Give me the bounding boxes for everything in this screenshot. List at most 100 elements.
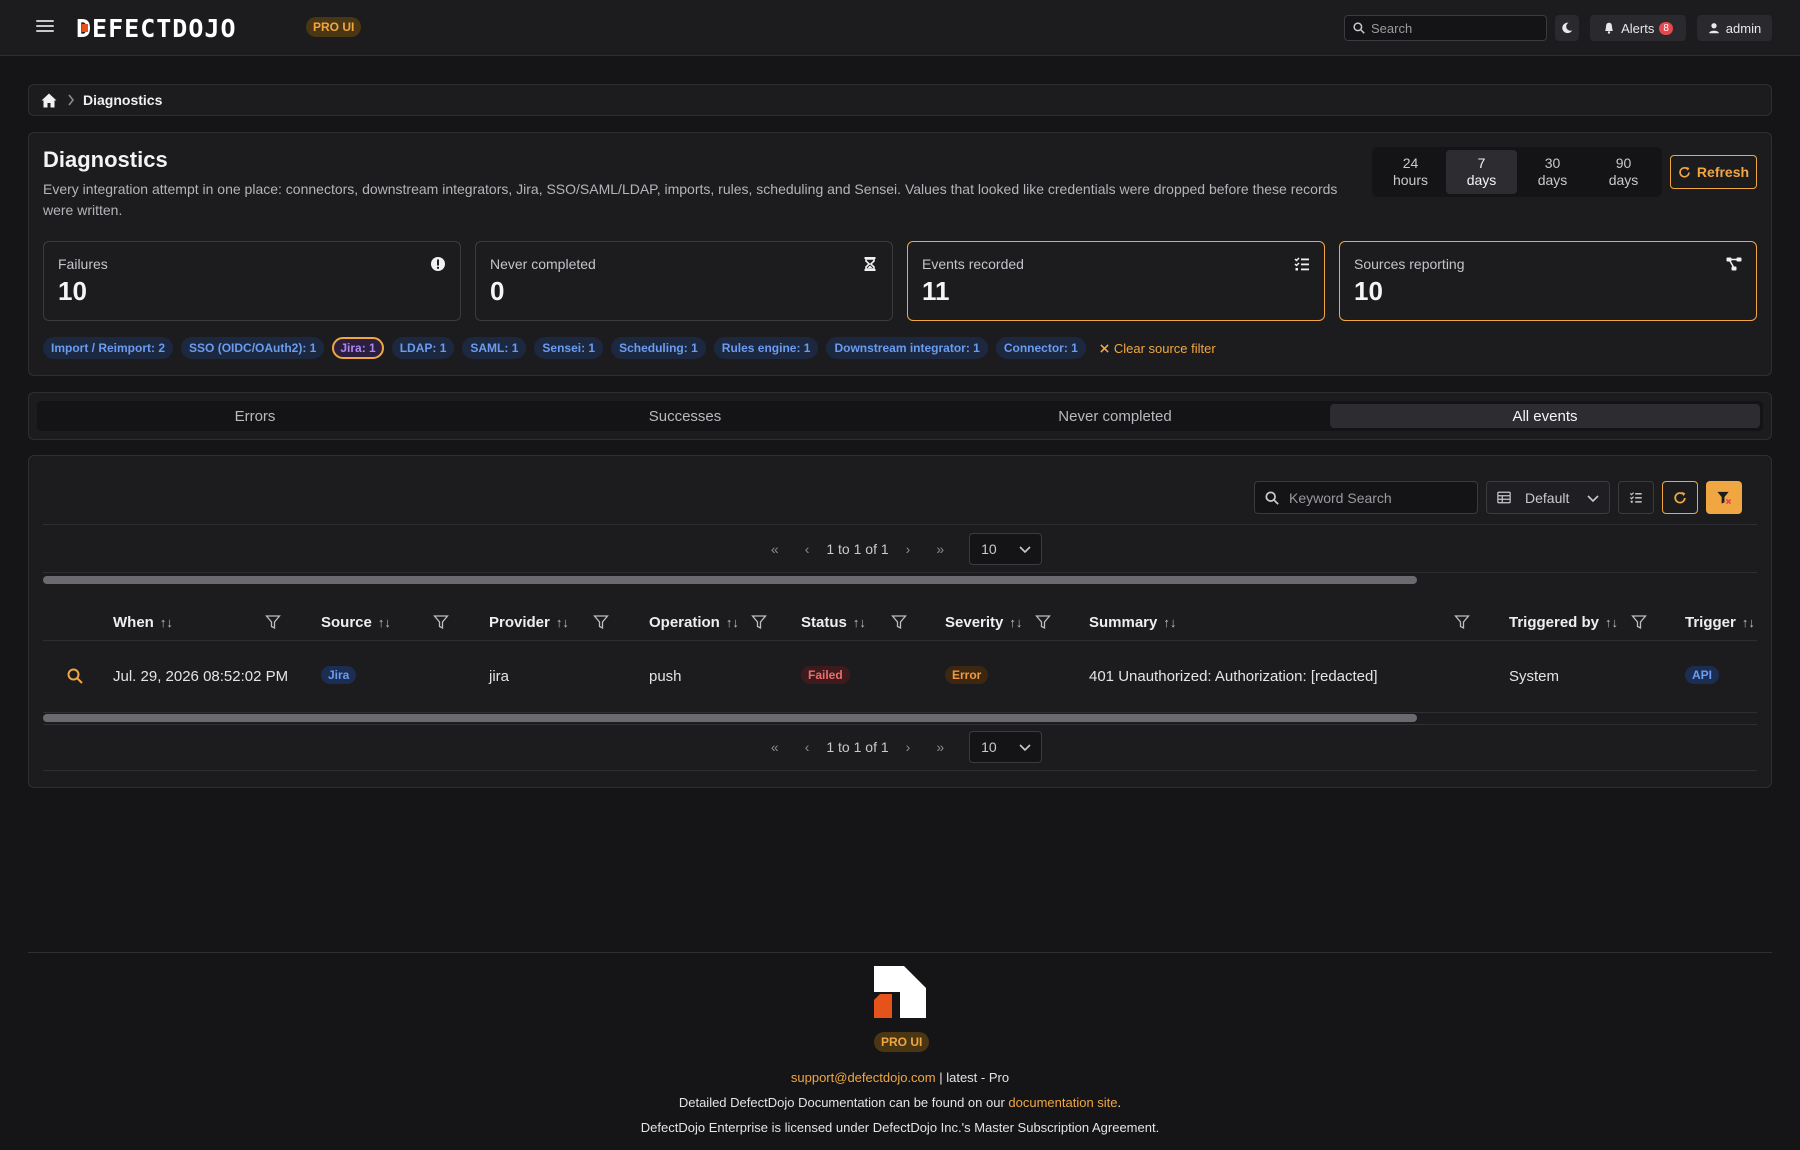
tab-errors[interactable]: Errors	[40, 404, 470, 428]
horizontal-scrollbar-top[interactable]	[43, 576, 1759, 584]
filter-icon[interactable]	[891, 614, 907, 630]
column-chooser-button[interactable]	[1618, 481, 1654, 514]
column-header-triggered-by[interactable]: Triggered by ↑↓	[1509, 614, 1618, 631]
chip-sensei[interactable]: Sensei: 1	[534, 337, 604, 359]
svg-text:DEFECTDOJO: DEFECTDOJO	[76, 16, 237, 40]
home-icon[interactable]	[41, 93, 57, 108]
moon-icon	[1562, 22, 1573, 34]
chip-import-reimport[interactable]: Import / Reimport: 2	[43, 337, 174, 359]
column-header-provider[interactable]: Provider ↑↓	[489, 614, 569, 631]
column-header-operation[interactable]: Operation ↑↓	[649, 614, 739, 631]
pagination-bottom: « ‹ 1 to 1 of 1 › » 10	[29, 731, 1771, 763]
reload-table-button[interactable]	[1662, 481, 1698, 514]
column-header-when[interactable]: When ↑↓	[113, 614, 173, 631]
time-range-selector: 24 hours 7 days 30 days 90 days	[1372, 147, 1662, 197]
column-header-severity[interactable]: Severity ↑↓	[945, 614, 1022, 631]
chip-sso[interactable]: SSO (OIDC/OAuth2): 1	[181, 337, 325, 359]
filter-icon[interactable]	[1035, 614, 1051, 630]
stat-card-never-completed[interactable]: Never completed 0	[475, 241, 893, 321]
tab-never-completed[interactable]: Never completed	[900, 404, 1330, 428]
page-size-select[interactable]: 10	[969, 731, 1043, 763]
search-icon	[1265, 490, 1279, 505]
pro-ui-badge: PRO UI	[306, 17, 362, 37]
range-90-days[interactable]: 90 days	[1588, 150, 1659, 194]
range-30-days[interactable]: 30 days	[1517, 150, 1588, 194]
range-7-days[interactable]: 7 days	[1446, 150, 1517, 194]
stat-card-failures[interactable]: Failures 10	[43, 241, 461, 321]
first-page-icon[interactable]: «	[771, 541, 779, 557]
last-page-icon[interactable]: »	[936, 541, 944, 557]
chip-connector[interactable]: Connector: 1	[995, 337, 1086, 359]
cell-when: Jul. 29, 2026 08:52:02 PM	[113, 668, 289, 685]
chip-ldap[interactable]: LDAP: 1	[391, 337, 455, 359]
scrollbar-thumb[interactable]	[43, 714, 1417, 722]
chip-rules-engine[interactable]: Rules engine: 1	[713, 337, 819, 359]
alerts-button[interactable]: Alerts 8	[1590, 15, 1686, 41]
first-page-icon[interactable]: «	[771, 739, 779, 755]
column-header-source[interactable]: Source ↑↓	[321, 614, 391, 631]
theme-toggle-button[interactable]	[1555, 15, 1579, 41]
prev-page-icon[interactable]: ‹	[805, 739, 810, 755]
defectdojo-logo[interactable]: DEFECTDOJO	[76, 14, 296, 42]
chip-saml[interactable]: SAML: 1	[462, 337, 527, 359]
filter-icon[interactable]	[265, 614, 281, 630]
cell-status: Failed	[801, 666, 850, 684]
scrollbar-thumb[interactable]	[43, 576, 1417, 584]
stat-label: Events recorded	[922, 256, 1024, 272]
filter-icon[interactable]	[751, 614, 767, 630]
docs-suffix: .	[1117, 1095, 1122, 1110]
next-page-icon[interactable]: ›	[906, 739, 911, 755]
bell-icon	[1605, 22, 1613, 34]
column-header-trigger[interactable]: Trigger ↑↓	[1685, 614, 1755, 631]
refresh-icon	[1674, 491, 1686, 503]
clear-filters-button[interactable]	[1706, 481, 1742, 514]
chip-jira-selected[interactable]: Jira: 1	[332, 337, 384, 359]
top-navbar: DEFECTDOJO PRO UI Alerts 8 admin	[0, 0, 1800, 56]
stat-card-events-recorded[interactable]: Events recorded 11	[907, 241, 1325, 321]
user-menu-button[interactable]: admin	[1697, 15, 1772, 41]
tab-successes[interactable]: Successes	[470, 404, 900, 428]
range-24-hours[interactable]: 24 hours	[1375, 150, 1446, 194]
next-page-icon[interactable]: ›	[906, 541, 911, 557]
list-check-icon	[1629, 492, 1642, 503]
chevron-down-icon	[1587, 495, 1599, 503]
keyword-search[interactable]	[1254, 481, 1478, 514]
filter-clear-icon	[1717, 491, 1732, 505]
filter-icon[interactable]	[1454, 614, 1470, 630]
chip-downstream-integrator[interactable]: Downstream integrator: 1	[826, 337, 988, 359]
prev-page-icon[interactable]: ‹	[805, 541, 810, 557]
cell-trigger: API	[1685, 666, 1720, 684]
support-email-link[interactable]: support@defectdojo.com	[791, 1070, 936, 1085]
filter-icon[interactable]	[593, 614, 609, 630]
filter-icon[interactable]	[433, 614, 449, 630]
clear-source-filter-button[interactable]: Clear source filter	[1100, 341, 1216, 356]
refresh-label: Refresh	[1696, 164, 1750, 180]
stat-card-sources-reporting[interactable]: Sources reporting 10	[1339, 241, 1757, 321]
column-header-status[interactable]: Status ↑↓	[801, 614, 866, 631]
horizontal-scrollbar-bottom[interactable]	[43, 714, 1759, 722]
footer-pager-divider	[43, 770, 1757, 771]
source-filter-chips: Import / Reimport: 2 SSO (OIDC/OAuth2): …	[43, 337, 1216, 359]
user-label: admin	[1725, 20, 1762, 36]
clear-source-filter-label: Clear source filter	[1113, 340, 1216, 356]
search-icon[interactable]	[67, 668, 83, 684]
last-page-icon[interactable]: »	[936, 739, 944, 755]
page-size-select[interactable]: 10	[969, 533, 1043, 565]
alerts-count-badge: 8	[1659, 21, 1673, 35]
menu-toggle-icon[interactable]	[36, 18, 54, 36]
chevron-right-icon	[68, 94, 75, 106]
global-search-input[interactable]	[1371, 20, 1531, 36]
docs-prefix: Detailed DefectDojo Documentation can be…	[678, 1095, 1009, 1110]
cell-source: Jira	[321, 666, 357, 684]
chip-scheduling[interactable]: Scheduling: 1	[611, 337, 706, 359]
stat-value: 10	[1354, 276, 1383, 306]
global-search[interactable]	[1344, 15, 1547, 41]
filter-icon[interactable]	[1631, 614, 1647, 630]
documentation-site-link[interactable]: documentation site	[1008, 1095, 1117, 1110]
column-view-select[interactable]: Default	[1486, 481, 1610, 514]
refresh-button[interactable]: Refresh	[1670, 155, 1757, 189]
column-header-summary[interactable]: Summary ↑↓	[1089, 614, 1176, 631]
keyword-search-input[interactable]	[1289, 489, 1469, 506]
breadcrumb: Diagnostics	[28, 84, 1772, 116]
tab-all-events[interactable]: All events	[1330, 404, 1760, 428]
